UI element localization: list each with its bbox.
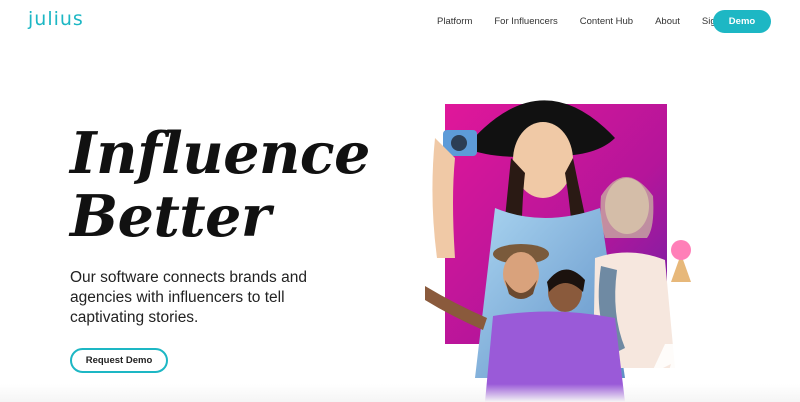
headline-line-1: Influence: [70, 120, 370, 187]
nav-link-about[interactable]: About: [655, 16, 680, 27]
nav-link-for-influencers[interactable]: For Influencers: [494, 16, 557, 27]
julius-logo[interactable]: julius: [28, 8, 84, 30]
bottom-fade: [0, 384, 800, 402]
nav-links: Platform For Influencers Content Hub Abo…: [437, 16, 754, 27]
hero-illustration: [425, 100, 691, 402]
hero-subtext: Our software connects brands and agencie…: [70, 269, 307, 326]
request-demo-button[interactable]: Request Demo: [70, 348, 168, 373]
nav-link-platform[interactable]: Platform: [437, 16, 472, 27]
headline-line-2: Better: [70, 183, 271, 250]
hero-headline: Influence Better: [70, 122, 370, 248]
raised-arm: [432, 138, 455, 258]
nav-link-content-hub[interactable]: Content Hub: [580, 16, 633, 27]
top-nav: julius Platform For Influencers Content …: [0, 0, 800, 44]
demo-button[interactable]: Demo: [713, 10, 771, 33]
